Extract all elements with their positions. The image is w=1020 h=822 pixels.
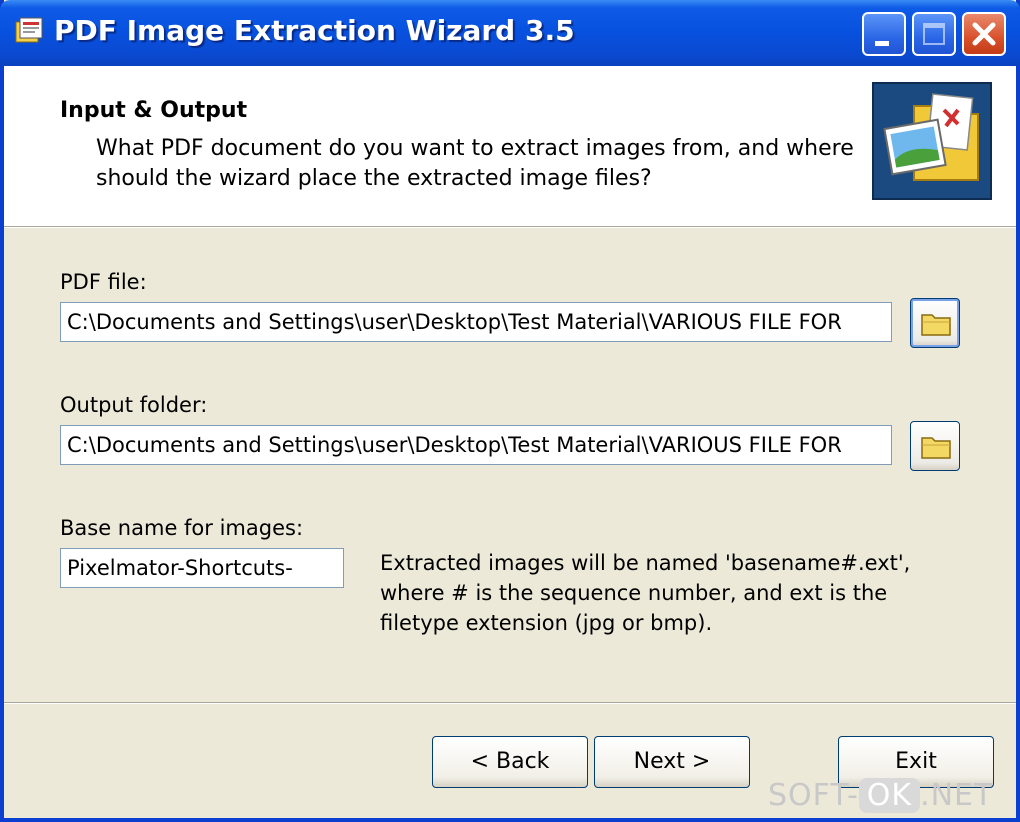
base-name-label: Base name for images: — [60, 516, 304, 540]
close-icon — [972, 22, 996, 46]
step-title: Input & Output — [60, 98, 248, 123]
minimize-icon — [875, 41, 889, 46]
app-icon — [14, 16, 46, 46]
header-separator — [4, 227, 1016, 228]
step-description: What PDF document do you want to extract… — [96, 136, 854, 191]
output-folder-input[interactable]: C:\Documents and Settings\user\Desktop\T… — [60, 425, 892, 465]
pdf-file-label: PDF file: — [60, 270, 147, 294]
base-name-hint: Extracted images will be named 'basename… — [380, 551, 911, 635]
output-folder-browse-button[interactable] — [910, 421, 960, 471]
base-name-input[interactable]: Pixelmator-Shortcuts- — [60, 548, 344, 588]
watermark: SOFT- OK .NET — [768, 778, 1016, 818]
output-folder-label: Output folder: — [60, 393, 208, 417]
pdf-folder-image-icon — [872, 82, 992, 200]
watermark-middle: OK — [858, 778, 921, 813]
wizard-header: Input & Output What PDF document do you … — [4, 66, 1016, 227]
maximize-icon — [923, 23, 945, 45]
pdf-file-input[interactable]: C:\Documents and Settings\user\Desktop\T… — [60, 302, 892, 342]
folder-icon — [921, 314, 951, 336]
maximize-button[interactable] — [912, 12, 956, 56]
close-button[interactable] — [962, 12, 1006, 56]
title-bar[interactable]: PDF Image Extraction Wizard 3.5 — [0, 0, 1020, 66]
watermark-left: SOFT- — [768, 778, 859, 813]
folder-icon — [921, 437, 951, 459]
minimize-button[interactable] — [862, 12, 906, 56]
next-button[interactable]: Next > — [594, 736, 750, 788]
back-button[interactable]: < Back — [432, 736, 588, 788]
pdf-file-browse-button[interactable] — [910, 298, 960, 348]
window-title: PDF Image Extraction Wizard 3.5 — [54, 14, 575, 47]
footer-separator-highlight — [4, 703, 1016, 704]
watermark-right: .NET — [920, 778, 994, 813]
wizard-window: PDF Image Extraction Wizard 3.5 Input & … — [0, 0, 1020, 822]
